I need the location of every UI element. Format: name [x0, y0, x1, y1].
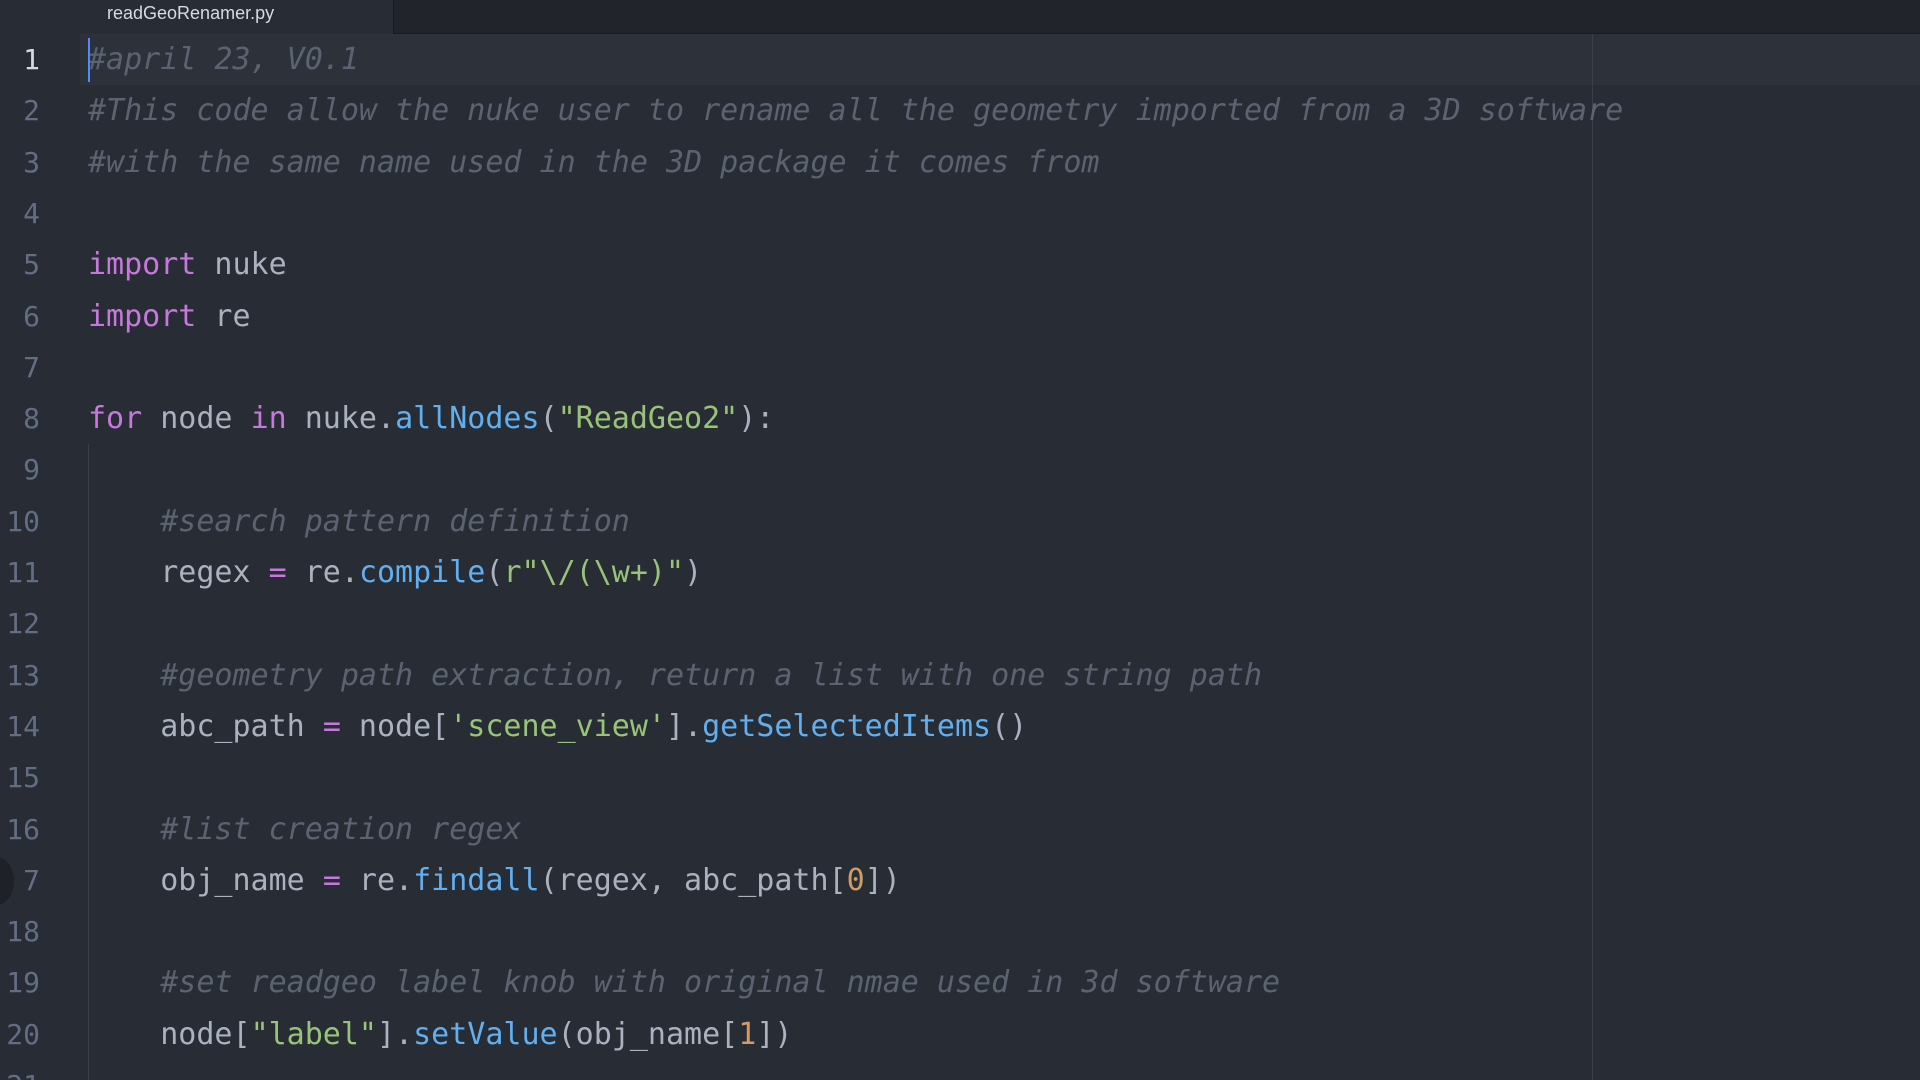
- line-number: 10: [6, 504, 40, 538]
- code-token-plain: (: [539, 401, 558, 437]
- code-token-plain: ]): [756, 1016, 793, 1052]
- wrap-guide: [1592, 34, 1593, 1080]
- code-line[interactable]: #april 23, V0.1: [88, 34, 359, 85]
- code-token-func: allNodes: [395, 401, 540, 437]
- code-token-comment: #search pattern definition: [160, 503, 630, 539]
- line-number: 11: [6, 556, 40, 589]
- code-token-number: 1: [738, 1016, 757, 1052]
- code-token-keyword: import: [88, 247, 197, 283]
- code-token-plain: (obj_name[: [557, 1016, 739, 1052]
- text-cursor: [88, 38, 90, 82]
- code-line[interactable]: for node in nuke.allNodes("ReadGeo2"):: [88, 393, 774, 444]
- line-number: 8: [23, 402, 40, 436]
- code-token-operator: =: [322, 862, 341, 898]
- tab-readgeorenamer[interactable]: readGeoRenamer.py: [0, 0, 394, 34]
- code-token-plain: ): [684, 555, 703, 590]
- line-number: 15: [6, 761, 40, 795]
- line-number: 18: [6, 915, 40, 949]
- code-token-plain: node[: [340, 708, 450, 744]
- code-token-plain: ]): [864, 862, 901, 898]
- line-number: 7: [23, 863, 40, 897]
- code-token-plain: nuke.: [286, 401, 396, 437]
- code-token-plain: ):: [738, 401, 775, 437]
- code-token-plain: abc_path: [88, 708, 323, 744]
- code-token-plain: (: [485, 555, 504, 590]
- code-token-string: 'scene_view': [449, 708, 666, 744]
- code-line[interactable]: #geometry path extraction, return a list…: [88, 650, 1262, 701]
- code-token-plain: ].: [666, 708, 703, 744]
- code-line[interactable]: #list creation regex: [88, 804, 521, 855]
- code-token-plain: regex: [88, 555, 269, 590]
- code-token-plain: node[: [88, 1016, 251, 1052]
- line-number: 14: [6, 709, 40, 743]
- line-number: 7: [23, 350, 40, 384]
- code-token-func: compile: [358, 555, 486, 590]
- code-token-operator: =: [268, 555, 287, 590]
- code-token-plain: (regex, abc_path[: [539, 862, 847, 898]
- code-token-plain: nuke: [196, 247, 287, 283]
- line-number: 2: [23, 94, 40, 128]
- code-token-plain: (): [991, 708, 1028, 744]
- code-token-comment: #geometry path extraction, return a list…: [160, 657, 1263, 693]
- code-token-plain: node: [142, 401, 251, 437]
- code-token-string: r"\/(\w+)": [503, 555, 685, 590]
- line-number: 5: [23, 248, 40, 282]
- code-line[interactable]: obj_name = re.findall(regex, abc_path[0]…: [88, 855, 901, 906]
- code-area[interactable]: #april 23, V0.1 #This code allow the nuke…: [0, 34, 1920, 1080]
- line-number: 9: [23, 453, 40, 487]
- code-line[interactable]: abc_path = node['scene_view'].getSelecte…: [88, 701, 1027, 752]
- code-line[interactable]: regex = re.compile(r"\/(\w+)"): [88, 547, 702, 598]
- tab-title: readGeoRenamer.py: [107, 3, 275, 23]
- code-token-plain: re.: [340, 862, 414, 898]
- code-token-number: 0: [846, 862, 865, 898]
- line-number: 3: [23, 145, 40, 179]
- line-number: 4: [23, 196, 40, 230]
- code-token-comment: #set readgeo label knob with original nm…: [160, 965, 1281, 1001]
- code-token-plain: re: [196, 298, 251, 334]
- line-number: 20: [6, 1017, 40, 1051]
- line-number: 6: [23, 299, 40, 333]
- code-token-string: "label": [250, 1016, 377, 1052]
- code-token-keyword: import: [88, 298, 197, 334]
- code-token-func: setValue: [413, 1016, 558, 1052]
- code-line[interactable]: import nuke: [88, 239, 287, 290]
- code-token-comment: #This code allow the nuke user to rename…: [88, 93, 1624, 129]
- line-number: 16: [6, 812, 40, 846]
- line-number-gutter: 12345678910111213141516718192021: [0, 34, 80, 1080]
- code-token-string: "ReadGeo2": [557, 401, 739, 437]
- code-token-plain: ].: [377, 1016, 414, 1052]
- code-line[interactable]: #set readgeo label knob with original nm…: [88, 957, 1280, 1008]
- code-token-keyword: for: [88, 401, 143, 437]
- code-token-comment: #with the same name used in the 3D packa…: [88, 144, 1100, 180]
- line-number: 19: [6, 966, 40, 1000]
- code-token-operator: =: [322, 708, 341, 744]
- tab-bar: readGeoRenamer.py: [0, 0, 1920, 34]
- code-line[interactable]: #search pattern definition: [88, 496, 630, 547]
- code-line[interactable]: #with the same name used in the 3D packa…: [88, 137, 1099, 188]
- line-number: 12: [6, 607, 40, 641]
- line-number: 1: [23, 43, 40, 76]
- code-token-comment: #april 23, V0.1: [88, 42, 359, 77]
- code-line[interactable]: import re: [88, 291, 251, 342]
- line-number: 13: [6, 658, 40, 692]
- code-token-plain: re.: [286, 555, 359, 590]
- code-token-plain: obj_name: [88, 862, 323, 898]
- code-token-comment: #list creation regex: [160, 811, 522, 847]
- code-line[interactable]: node["label"].setValue(obj_name[1]): [88, 1009, 792, 1060]
- code-token-func: findall: [413, 862, 540, 898]
- code-line[interactable]: #This code allow the nuke user to rename…: [88, 85, 1623, 136]
- line-number: 21: [0, 1060, 40, 1080]
- code-token-func: getSelectedItems: [702, 708, 992, 744]
- code-token-keyword: in: [250, 401, 287, 437]
- code-editor-window: readGeoRenamer.py #april 23, V0.1 #This c…: [0, 0, 1920, 1080]
